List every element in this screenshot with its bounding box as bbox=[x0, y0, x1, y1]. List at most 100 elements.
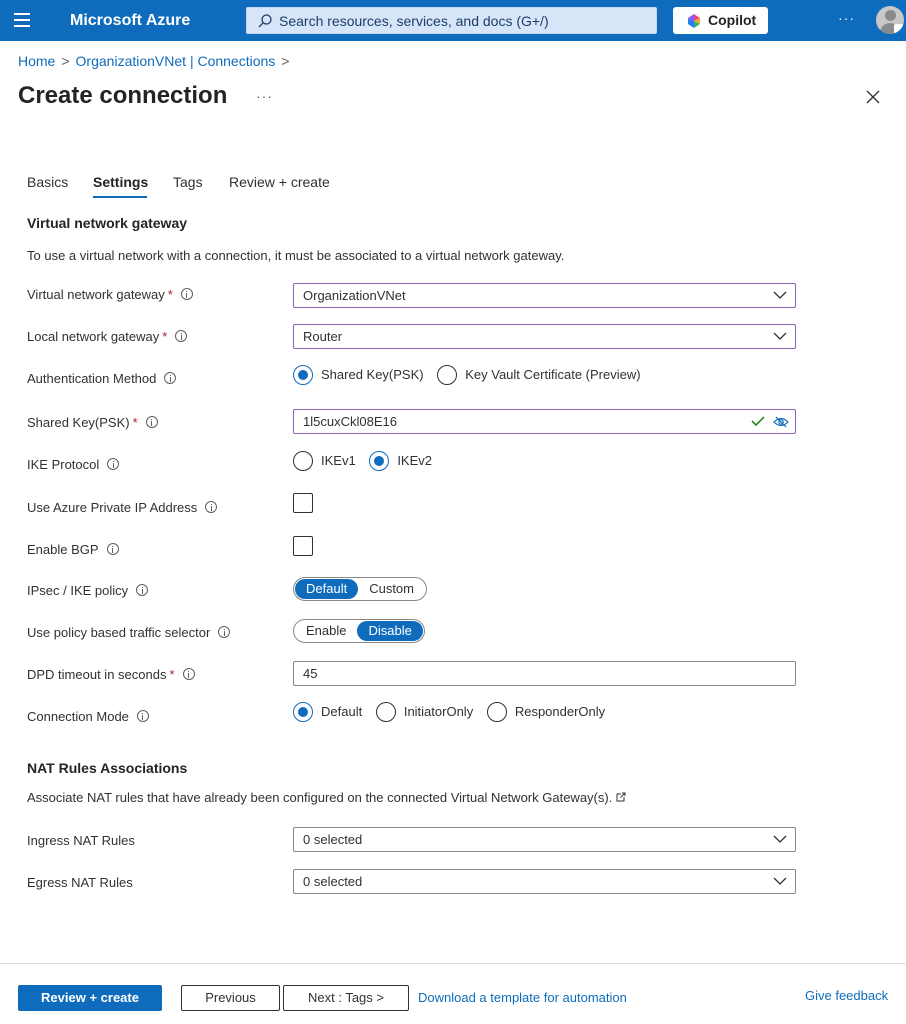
ipsec-policy-toggle: Default Custom bbox=[293, 577, 427, 601]
tab-settings[interactable]: Settings bbox=[93, 174, 148, 190]
avatar[interactable] bbox=[876, 6, 904, 34]
info-icon[interactable] bbox=[164, 372, 177, 384]
radio-mode-default[interactable]: Default bbox=[293, 702, 362, 722]
chevron-down-icon bbox=[773, 332, 787, 340]
info-icon[interactable] bbox=[145, 416, 158, 428]
vng-value: OrganizationVNet bbox=[303, 288, 406, 303]
info-icon[interactable] bbox=[136, 584, 149, 596]
chevron-down-icon bbox=[773, 291, 787, 299]
give-feedback-link[interactable]: Give feedback bbox=[805, 988, 888, 1003]
info-icon[interactable] bbox=[107, 458, 120, 470]
info-icon[interactable] bbox=[175, 330, 188, 342]
footer-divider bbox=[0, 963, 906, 964]
breadcrumb: Home > OrganizationVNet | Connections > bbox=[18, 53, 295, 69]
breadcrumb-separator: > bbox=[281, 53, 290, 69]
review-create-button[interactable]: Review + create bbox=[18, 985, 162, 1011]
copilot-icon bbox=[688, 14, 700, 28]
required-marker: * bbox=[167, 287, 173, 302]
global-search-input[interactable]: Search resources, services, and docs (G+… bbox=[246, 7, 657, 34]
breadcrumb-separator: > bbox=[61, 53, 70, 69]
search-icon bbox=[258, 14, 272, 28]
policy-selector-option-disable[interactable]: Disable bbox=[357, 621, 423, 641]
breadcrumb-home[interactable]: Home bbox=[18, 53, 55, 69]
shared-key-value: 1l5cuxCkl08E16 bbox=[303, 414, 397, 429]
hamburger-menu-icon[interactable] bbox=[14, 13, 30, 27]
download-template-link[interactable]: Download a template for automation bbox=[418, 990, 627, 1005]
info-icon[interactable] bbox=[182, 668, 195, 680]
chevron-down-icon bbox=[773, 835, 787, 843]
tab-basics[interactable]: Basics bbox=[27, 174, 68, 190]
ingress-nat-value: 0 selected bbox=[303, 832, 363, 847]
connection-mode-radio-group: Default InitiatorOnly ResponderOnly bbox=[293, 702, 615, 722]
required-marker: * bbox=[132, 415, 138, 430]
active-tab-indicator bbox=[93, 196, 147, 198]
field-label-vng: Virtual network gateway * bbox=[27, 287, 193, 302]
field-label-private-ip: Use Azure Private IP Address bbox=[27, 500, 218, 515]
lng-select[interactable]: Router bbox=[293, 324, 796, 349]
info-icon[interactable] bbox=[136, 710, 149, 722]
lng-value: Router bbox=[303, 329, 343, 344]
ike-protocol-radio-group: IKEv1 IKEv2 bbox=[293, 451, 442, 471]
info-icon[interactable] bbox=[180, 288, 193, 300]
egress-nat-select[interactable]: 0 selected bbox=[293, 869, 796, 894]
ipsec-option-default[interactable]: Default bbox=[295, 579, 359, 599]
ingress-nat-select[interactable]: 0 selected bbox=[293, 827, 796, 852]
previous-button[interactable]: Previous bbox=[181, 985, 280, 1011]
egress-nat-value: 0 selected bbox=[303, 874, 363, 889]
field-label-bgp: Enable BGP bbox=[27, 542, 119, 557]
lock-icon bbox=[894, 24, 904, 34]
field-label-dpd: DPD timeout in seconds * bbox=[27, 667, 195, 682]
enable-bgp-checkbox[interactable] bbox=[293, 536, 313, 556]
tab-review-create[interactable]: Review + create bbox=[229, 174, 330, 190]
close-icon[interactable] bbox=[864, 88, 882, 106]
policy-selector-option-enable[interactable]: Enable bbox=[295, 621, 357, 641]
dpd-timeout-value: 45 bbox=[303, 666, 318, 681]
private-ip-checkbox[interactable] bbox=[293, 493, 313, 513]
field-label-lng: Local network gateway * bbox=[27, 329, 188, 344]
section-description-gateway: To use a virtual network with a connecti… bbox=[27, 248, 565, 263]
field-label-connection-mode: Connection Mode bbox=[27, 709, 149, 724]
field-label-ipsec: IPsec / IKE policy bbox=[27, 583, 149, 598]
info-icon[interactable] bbox=[218, 626, 231, 638]
field-label-egress: Egress NAT Rules bbox=[27, 875, 133, 890]
policy-selector-toggle: Enable Disable bbox=[293, 619, 425, 643]
radio-ikev1[interactable]: IKEv1 bbox=[293, 451, 356, 471]
shared-key-input[interactable]: 1l5cuxCkl08E16 bbox=[293, 409, 796, 434]
eye-hide-icon[interactable] bbox=[773, 415, 789, 429]
radio-ikev2[interactable]: IKEv2 bbox=[369, 451, 432, 471]
field-label-psk: Shared Key(PSK) * bbox=[27, 415, 158, 430]
page-title: Create connection bbox=[18, 82, 228, 109]
info-icon[interactable] bbox=[106, 543, 119, 555]
chevron-down-icon bbox=[773, 877, 787, 885]
top-bar: Microsoft Azure Search resources, servic… bbox=[0, 0, 906, 41]
external-link-icon[interactable] bbox=[616, 792, 626, 802]
section-description-nat: Associate NAT rules that have already be… bbox=[27, 790, 626, 805]
next-tags-button[interactable]: Next : Tags > bbox=[283, 985, 409, 1011]
radio-mode-responder-only[interactable]: ResponderOnly bbox=[486, 702, 605, 722]
title-more-icon[interactable]: ··· bbox=[256, 88, 273, 104]
ipsec-option-custom[interactable]: Custom bbox=[358, 579, 425, 599]
dpd-timeout-input[interactable]: 45 bbox=[293, 661, 796, 686]
check-icon bbox=[751, 416, 765, 427]
vng-select[interactable]: OrganizationVNet bbox=[293, 283, 796, 308]
section-title-nat: NAT Rules Associations bbox=[27, 760, 188, 776]
required-marker: * bbox=[169, 667, 175, 682]
breadcrumb-parent[interactable]: OrganizationVNet | Connections bbox=[76, 53, 276, 69]
field-label-ingress: Ingress NAT Rules bbox=[27, 833, 135, 848]
auth-method-radio-group: Shared Key(PSK) Key Vault Certificate (P… bbox=[293, 365, 651, 385]
field-label-policy-selector: Use policy based traffic selector bbox=[27, 625, 231, 640]
field-label-ike: IKE Protocol bbox=[27, 457, 120, 472]
radio-shared-key[interactable]: Shared Key(PSK) bbox=[293, 365, 424, 385]
copilot-label: Copilot bbox=[708, 12, 757, 28]
radio-mode-initiator-only[interactable]: InitiatorOnly bbox=[375, 702, 473, 722]
radio-key-vault-certificate[interactable]: Key Vault Certificate (Preview) bbox=[437, 365, 641, 385]
tab-tags[interactable]: Tags bbox=[173, 174, 203, 190]
copilot-button[interactable]: Copilot bbox=[673, 7, 768, 34]
field-label-auth: Authentication Method bbox=[27, 371, 177, 386]
info-icon[interactable] bbox=[205, 501, 218, 513]
search-placeholder: Search resources, services, and docs (G+… bbox=[279, 13, 549, 29]
section-title-gateway: Virtual network gateway bbox=[27, 215, 188, 231]
more-options-icon[interactable]: ··· bbox=[838, 10, 855, 26]
brand-link[interactable]: Microsoft Azure bbox=[70, 12, 190, 30]
required-marker: * bbox=[162, 329, 168, 344]
